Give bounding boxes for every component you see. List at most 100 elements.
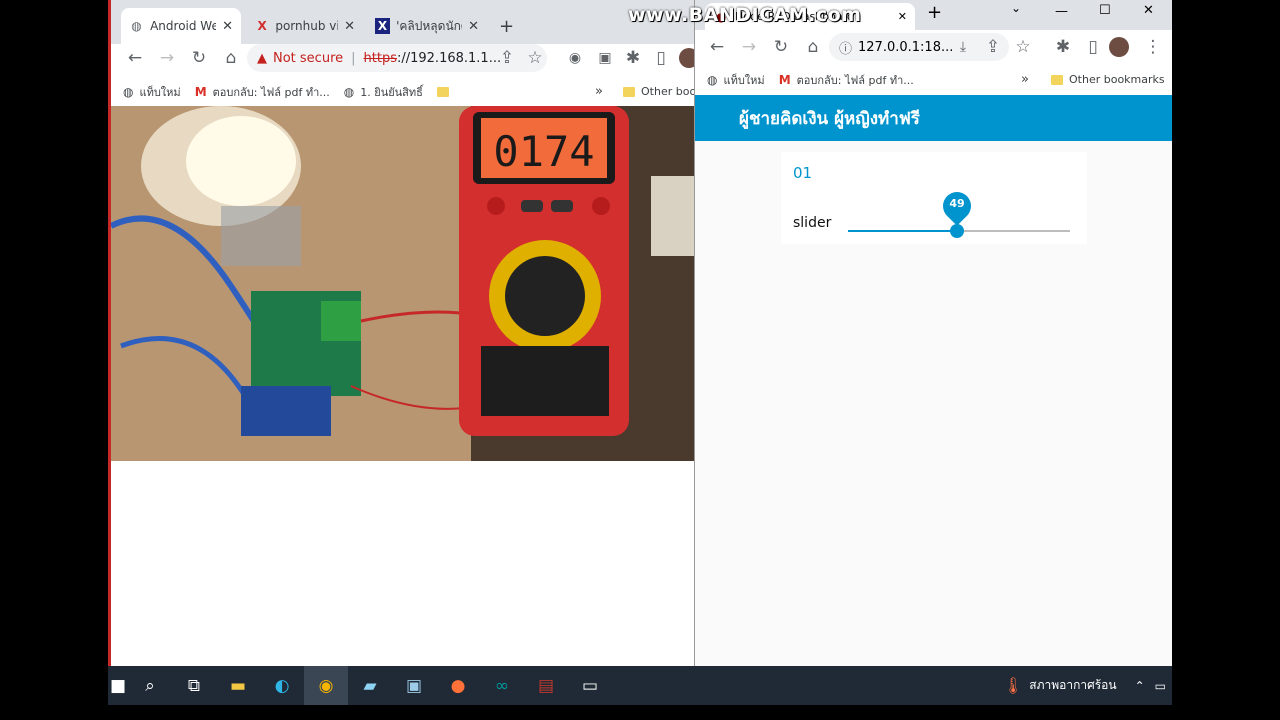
tab-title: 'คลิปหลุดนักศึ [396, 18, 463, 33]
left-toolbar: ← → ↻ ⌂ ▲ Not secure | https ://192.168.… [111, 44, 699, 72]
left-browser-window: ◍ Android We ✕ X pornhub vid ✕ X 'คลิปหล… [108, 0, 699, 666]
right-bookmarks-bar: ◍ แท็บใหม่ M ตอบกลับ: ไฟล์ pdf ทำ... » Oth… [695, 64, 1172, 95]
bookmark-item[interactable]: ◍ แท็บใหม่ [707, 71, 765, 89]
reload-icon[interactable]: ↻ [767, 33, 795, 61]
globe-icon: ◍ [343, 84, 355, 99]
file-explorer-icon[interactable]: ▬ [216, 666, 260, 705]
card-title: 01 [793, 164, 813, 182]
tab-title: pornhub vid [275, 19, 338, 33]
tab-title: Android We [150, 19, 217, 33]
reload-icon[interactable]: ↻ [185, 44, 213, 72]
tab-second[interactable]: X pornhub vid ✕ [247, 8, 363, 44]
dashboard-card: 01 slider 49 [781, 152, 1087, 244]
star-icon[interactable]: ☆ [521, 44, 549, 72]
maximize-button[interactable]: ☐ [1099, 3, 1111, 18]
back-icon[interactable]: ← [121, 44, 149, 72]
share-icon[interactable]: ⇪ [979, 33, 1007, 61]
slider-track[interactable]: 49 [848, 186, 1070, 238]
bookmark-label: แท็บใหม่ [723, 73, 765, 87]
camera-photo: 0174 [111, 106, 697, 461]
left-tab-strip: ◍ Android We ✕ X pornhub vid ✕ X 'คลิปหล… [111, 0, 694, 44]
close-window-button[interactable]: ✕ [1143, 3, 1154, 18]
star-icon[interactable]: ☆ [1009, 33, 1037, 61]
chevron-up-icon[interactable]: ⌃ [1135, 679, 1145, 693]
share-icon[interactable]: ⇪ [493, 44, 521, 72]
folder-icon [623, 86, 635, 97]
tab-search-icon[interactable]: ⌄ [1011, 1, 1021, 15]
tray-app-icon[interactable]: ▭ [1155, 679, 1166, 693]
puzzle-icon[interactable]: ✱ [619, 44, 647, 72]
tab-third[interactable]: X 'คลิปหลุดนักศึ ✕ [367, 8, 487, 44]
system-tray: 🌡 สภาพอากาศร้อน ⌃ ▭ [1003, 666, 1172, 705]
bookmark-folder[interactable] [436, 86, 455, 97]
bookmark-label: ตอบกลับ: ไฟล์ pdf ทำ... [212, 85, 330, 99]
info-icon: ⓘ [839, 41, 853, 57]
close-icon[interactable]: ✕ [344, 19, 355, 34]
gmail-icon: M [194, 84, 207, 99]
sidepanel-icon[interactable]: ▯ [647, 44, 675, 72]
warning-icon: ▲ [257, 50, 267, 66]
back-icon[interactable]: ← [703, 33, 731, 61]
firefox-icon[interactable]: ● [436, 666, 480, 705]
bookmark-label: 1. ยินยันสิทธิ์ [360, 85, 423, 99]
globe-icon: ◍ [707, 72, 718, 87]
url-text: 127.0.0.1:18... [858, 39, 954, 55]
x-blue-icon: X [375, 18, 391, 34]
separator: | [351, 50, 356, 66]
home-icon[interactable]: ⌂ [799, 33, 827, 61]
bookmark-item[interactable]: ◍ 1. ยินยันสิทธิ์ [344, 83, 423, 101]
arduino-icon[interactable]: ∞ [480, 666, 524, 705]
close-icon[interactable]: ✕ [468, 19, 479, 34]
bookmark-item[interactable]: M ตอบกลับ: ไฟล์ pdf ทำ... [779, 71, 914, 89]
start-icon[interactable]: ■ [108, 666, 128, 705]
dashboard-title: ผู้ชายคิดเงิน ผู้หญิงทำฟรี [739, 108, 920, 129]
terminal-icon[interactable]: ▭ [568, 666, 612, 705]
task-view-icon[interactable]: ⧉ [172, 666, 216, 705]
forward-icon[interactable]: → [153, 44, 181, 72]
svg-text:0174: 0174 [493, 127, 594, 176]
notepad-icon[interactable]: ▰ [348, 666, 392, 705]
avatar[interactable] [1109, 37, 1129, 57]
bookmark-item[interactable]: ◍ แท็บใหม่ [123, 83, 181, 101]
bookmark-item[interactable]: M ตอบกลับ: ไฟล์ pdf ทำ... [195, 83, 330, 101]
left-page-content: 0174 [111, 106, 697, 666]
minimize-button[interactable]: — [1055, 4, 1068, 19]
puzzle-icon[interactable]: ✱ [1049, 33, 1077, 61]
multimeter-photo-illustration: 0174 [111, 106, 697, 461]
thermometer-icon: 🌡 [1002, 676, 1024, 695]
app-icon[interactable]: ▣ [392, 666, 436, 705]
other-bookmarks-label: Other bookmarks [1069, 73, 1165, 86]
bookmarks-more-button[interactable]: » [1021, 72, 1029, 87]
taskbar: ■ ⌕ ⧉ ▬ ◐ ◉ ▰ ▣ ● ∞ ▤ ▭ 🌡 สภาพอากาศร้อน … [108, 666, 1172, 705]
globe-icon: ◍ [123, 84, 134, 99]
bookmark-label: แท็บใหม่ [139, 85, 181, 99]
home-icon[interactable]: ⌂ [217, 44, 245, 72]
other-bookmarks[interactable]: Other bookmarks [1051, 73, 1165, 86]
close-icon[interactable]: ✕ [898, 10, 907, 23]
bandicam-watermark: www.BANDICAM.com [628, 4, 862, 26]
media-icon[interactable]: ▣ [591, 44, 619, 72]
edge-icon[interactable]: ◐ [260, 666, 304, 705]
sidepanel-icon[interactable]: ▯ [1079, 33, 1107, 61]
folder-icon [436, 86, 449, 97]
winrar-icon[interactable]: ▤ [524, 666, 568, 705]
other-bookmarks[interactable]: Other boo [623, 85, 696, 98]
forward-icon[interactable]: → [735, 33, 763, 61]
bookmarks-more-button[interactable]: » [595, 84, 603, 99]
close-icon[interactable]: ✕ [222, 19, 233, 34]
tab-android-web[interactable]: ◍ Android We ✕ [121, 8, 241, 44]
install-icon[interactable]: ⤓ [949, 33, 977, 61]
chrome-icon[interactable]: ◉ [304, 666, 348, 705]
slider-thumb[interactable] [950, 224, 964, 238]
new-tab-button[interactable]: + [927, 2, 942, 23]
extension-icon[interactable]: ◉ [561, 44, 589, 72]
search-icon[interactable]: ⌕ [128, 666, 172, 705]
slider-value: 49 [949, 197, 965, 210]
dashboard-header: ผู้ชายคิดเงิน ผู้หญิงทำฟรี [695, 95, 1172, 141]
menu-icon[interactable]: ⋮ [1139, 33, 1167, 61]
other-bookmarks-label: Other boo [641, 85, 697, 98]
right-browser-window: ● Node-RED Dashboard ✕ + ⌄ — ☐ ✕ ← → ↻ ⌂… [694, 0, 1172, 666]
new-tab-button[interactable]: + [491, 8, 521, 44]
security-label: Not secure [273, 50, 344, 66]
weather-text[interactable]: สภาพอากาศร้อน [1029, 676, 1116, 695]
